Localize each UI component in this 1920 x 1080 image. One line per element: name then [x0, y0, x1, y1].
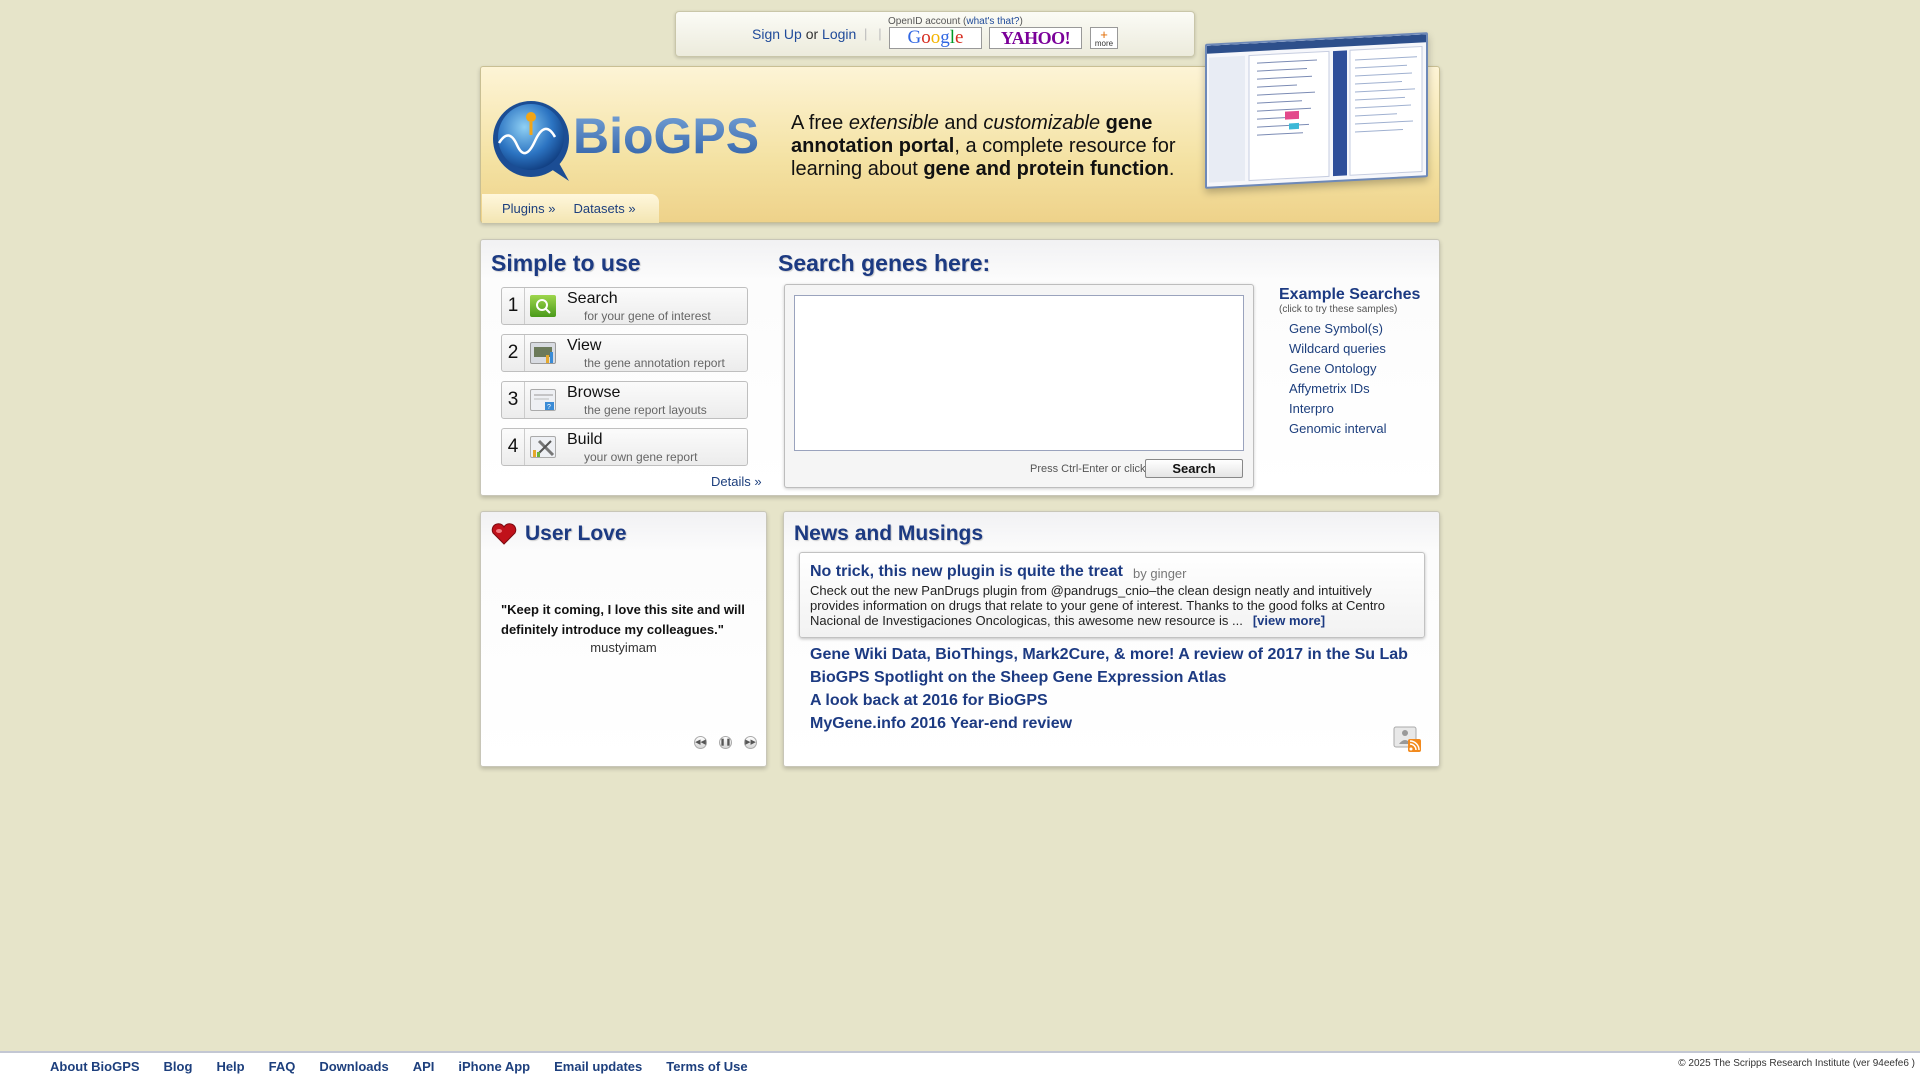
yahoo-logo: YAHOO! — [1000, 27, 1071, 48]
news-item[interactable]: A look back at 2016 for BioGPS — [810, 692, 1048, 710]
search-form: Press Ctrl-Enter or click Search — [784, 284, 1254, 488]
example-searches: Example Searches (click to try these sam… — [1279, 286, 1420, 439]
news-item[interactable]: MyGene.info 2016 Year-end review — [810, 715, 1072, 733]
pause-icon[interactable]: ❚❚ — [719, 736, 732, 749]
or-text: or — [805, 26, 819, 42]
heart-icon — [491, 523, 517, 545]
biogps-logo[interactable]: BioGPS — [491, 97, 781, 181]
step-build[interactable]: 4 Build your own gene report — [501, 428, 748, 466]
login-bar: Sign Up or Login | | OpenID account (wha… — [675, 11, 1195, 57]
user-love-panel: User Love "Keep it coming, I love this s… — [480, 511, 767, 767]
signup-link[interactable]: Sign Up — [752, 26, 802, 42]
login-link[interactable]: Login — [822, 26, 856, 42]
testimonial-author: mustyimam — [590, 640, 657, 655]
tagline: A free extensible and customizable gene … — [791, 112, 1176, 180]
yahoo-login-button[interactable]: YAHOO! — [989, 27, 1082, 49]
news-panel: News and Musings No trick, this new plug… — [783, 511, 1440, 767]
rss-feed-icon[interactable] — [1393, 724, 1423, 754]
news-item[interactable]: Gene Wiki Data, BioThings, Mark2Cure, & … — [810, 646, 1408, 664]
view-more-link[interactable]: [view more] — [1253, 613, 1325, 628]
google-login-button[interactable]: Google — [889, 27, 982, 49]
footer-help[interactable]: Help — [216, 1059, 244, 1074]
examples-subtitle: (click to try these samples) — [1279, 304, 1398, 315]
footer-terms[interactable]: Terms of Use — [666, 1059, 747, 1074]
search-title: Search genes here: — [778, 250, 991, 276]
footer-email-updates[interactable]: Email updates — [554, 1059, 642, 1074]
footer-faq[interactable]: FAQ — [269, 1059, 296, 1074]
step-search[interactable]: 1 Search for your gene of interest — [501, 287, 748, 325]
featured-post-body: Check out the new PanDrugs plugin from @… — [810, 583, 1385, 628]
example-affymetrix[interactable]: Affymetrix IDs — [1289, 379, 1420, 399]
openid-caption: OpenID account (what's that?) — [888, 16, 1023, 27]
nav-datasets[interactable]: Datasets » — [573, 201, 635, 216]
example-genomic-interval[interactable]: Genomic interval — [1289, 419, 1420, 439]
google-logo: Google — [907, 27, 964, 48]
example-wildcard[interactable]: Wildcard queries — [1289, 339, 1420, 359]
featured-post-title[interactable]: No trick, this new plugin is quite the t… — [810, 563, 1123, 581]
example-gene-symbol[interactable]: Gene Symbol(s) — [1289, 319, 1420, 339]
plus-icon: + — [1100, 26, 1108, 42]
openid-whats-link[interactable]: what's that? — [966, 16, 1019, 27]
svg-text:BioGPS: BioGPS — [573, 108, 759, 164]
search-button[interactable]: Search — [1145, 459, 1243, 478]
example-interpro[interactable]: Interpro — [1289, 399, 1420, 419]
footer-iphone-app[interactable]: iPhone App — [458, 1059, 530, 1074]
footer-links: About BioGPS Blog Help FAQ Downloads API… — [50, 1059, 772, 1074]
featured-post: No trick, this new plugin is quite the t… — [799, 552, 1425, 638]
examples-title: Example Searches — [1279, 286, 1421, 303]
step-browse[interactable]: 3 ? Browse the gene report layouts — [501, 381, 748, 419]
layout-icon: ? — [530, 389, 556, 411]
testimonial-quote: "Keep it coming, I love this site and wi… — [501, 602, 745, 637]
main-panel: Simple to use 1 Search for your gene of … — [480, 239, 1440, 496]
separator: | | — [864, 26, 882, 41]
auth-links: Sign Up or Login — [752, 26, 856, 42]
news-title: News and Musings — [794, 522, 984, 545]
footer: About BioGPS Blog Help FAQ Downloads API… — [0, 1051, 1920, 1080]
copyright: © 2025 The Scripps Research Institute (v… — [1678, 1058, 1915, 1069]
search-icon — [530, 295, 556, 317]
news-item[interactable]: BioGPS Spotlight on the Sheep Gene Expre… — [810, 669, 1226, 687]
app-screenshot-preview — [1205, 32, 1428, 189]
svg-text:?: ? — [547, 404, 551, 411]
footer-blog[interactable]: Blog — [164, 1059, 193, 1074]
footer-api[interactable]: API — [413, 1059, 435, 1074]
simple-title: Simple to use — [491, 250, 641, 276]
more-providers-button[interactable]: + more — [1090, 27, 1118, 49]
next-icon[interactable]: ▶▶ — [744, 736, 757, 749]
user-love-title: User Love — [525, 522, 627, 545]
footer-downloads[interactable]: Downloads — [319, 1059, 388, 1074]
nav-plugins[interactable]: Plugins » — [502, 201, 555, 216]
featured-post-author: by ginger — [1133, 566, 1187, 581]
search-input[interactable] — [794, 295, 1244, 451]
footer-about[interactable]: About BioGPS — [50, 1059, 140, 1074]
header-nav: Plugins » Datasets » — [482, 194, 659, 223]
details-link[interactable]: Details » — [711, 474, 762, 489]
step-view[interactable]: 2 View the gene annotation report — [501, 334, 748, 372]
screenshot-image — [1207, 34, 1426, 183]
prev-icon[interactable]: ◀◀ — [694, 736, 707, 749]
tools-icon — [530, 436, 556, 458]
example-gene-ontology[interactable]: Gene Ontology — [1289, 359, 1420, 379]
chart-icon — [530, 342, 556, 364]
search-hint: Press Ctrl-Enter or click — [1030, 463, 1146, 475]
